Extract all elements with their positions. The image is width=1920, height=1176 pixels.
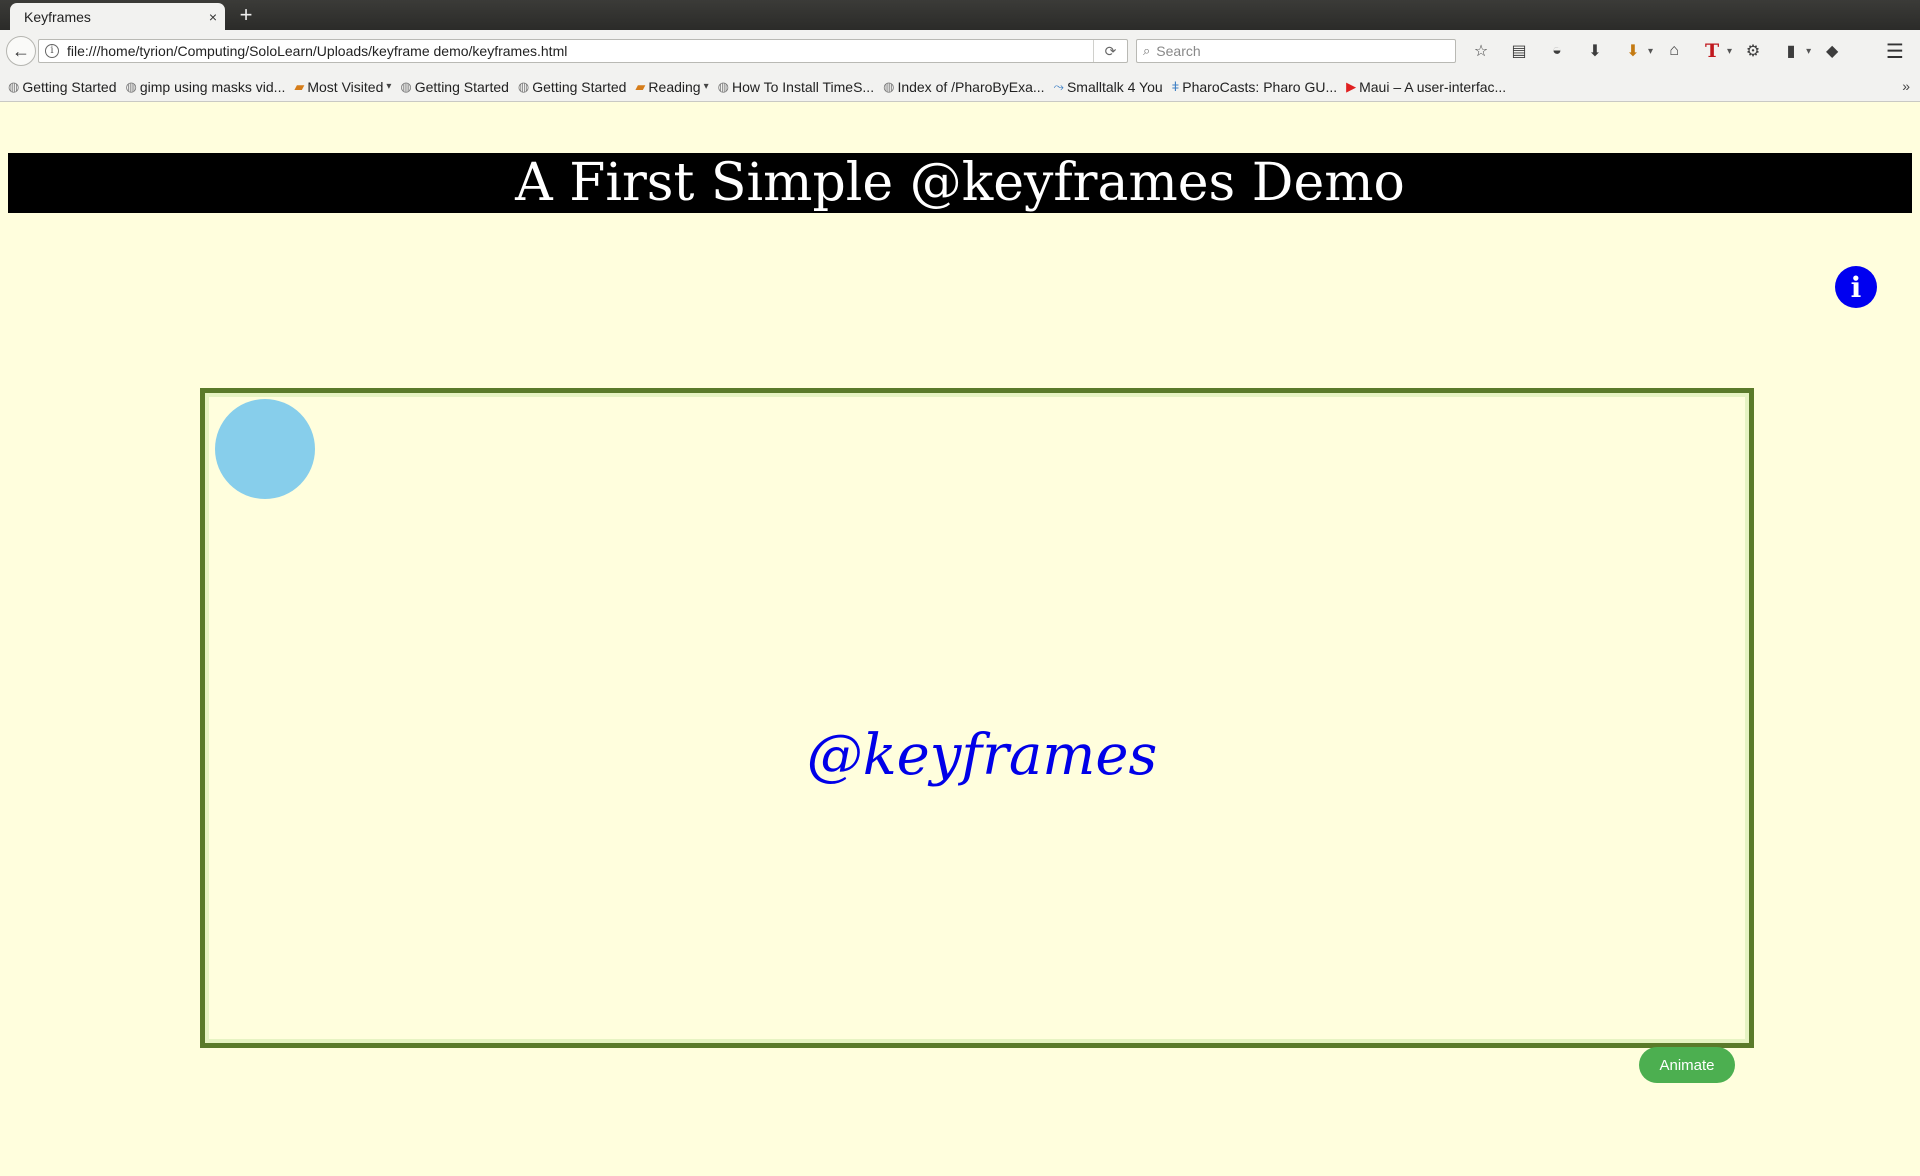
bookmarks-overflow-icon[interactable]: » — [1902, 78, 1910, 94]
bookmark-item[interactable]: ◍ gimp using masks vid... — [126, 79, 286, 95]
clipboard-icon[interactable]: ▮ — [1776, 38, 1806, 64]
downloads-icon[interactable]: ⬇ — [1580, 38, 1610, 64]
bookmark-item[interactable]: ⤳ Smalltalk 4 You — [1054, 79, 1163, 95]
reading-list-icon[interactable]: ▤ — [1504, 38, 1534, 64]
sync-icon[interactable]: ◆ — [1817, 38, 1847, 64]
search-bar[interactable]: ⌕ — [1136, 39, 1456, 63]
youtube-icon: ▶ — [1346, 78, 1357, 94]
bookmark-folder[interactable]: ▰ Most Visited ▾ — [294, 79, 391, 95]
search-icon: ⌕ — [1143, 43, 1151, 58]
globe-icon: ◍ — [517, 78, 530, 94]
bookmark-label: Maui – A user-interfac... — [1359, 78, 1507, 95]
text-tool-icon[interactable]: T — [1697, 38, 1727, 64]
hamburger-menu-icon[interactable]: ☰ — [1880, 38, 1910, 64]
home-icon[interactable]: ⌂ — [1659, 38, 1689, 64]
back-button[interactable]: ← — [6, 36, 36, 66]
chevron-down-icon[interactable]: ▾ — [1648, 46, 1653, 57]
extension-icon[interactable]: ⚙ — [1738, 38, 1768, 64]
tab-keyframes[interactable]: Keyframes × — [10, 3, 225, 30]
bookmark-item[interactable]: ◍ Getting Started — [8, 79, 117, 95]
bookmark-label: Index of /PharoByExa... — [897, 78, 1045, 95]
bookmark-label: Most Visited — [307, 78, 384, 95]
new-tab-button[interactable]: + — [234, 3, 258, 27]
bookmark-label: Getting Started — [532, 78, 627, 95]
chevron-down-icon: ▾ — [703, 81, 709, 92]
chevron-down-icon[interactable]: ▾ — [1727, 46, 1732, 57]
animated-ball — [215, 399, 315, 499]
globe-icon: ◍ — [400, 78, 412, 94]
site-favicon-icon: ⤳ — [1053, 78, 1064, 94]
stage-keyframes-text: @keyframes — [806, 723, 1158, 788]
info-icon: i — [1850, 270, 1862, 304]
search-input[interactable] — [1156, 43, 1455, 59]
globe-icon: ◍ — [883, 78, 895, 94]
globe-icon: ◍ — [125, 78, 137, 94]
pocket-icon[interactable]: ◒ — [1542, 38, 1572, 64]
animate-button[interactable]: Animate — [1639, 1047, 1735, 1083]
bookmark-item[interactable]: ◍ How To Install TimeS... — [718, 79, 874, 95]
bookmark-label: Smalltalk 4 You — [1066, 78, 1163, 95]
url-text[interactable]: file:///home/tyrion/Computing/SoloLearn/… — [67, 43, 1093, 59]
folder-icon: ▰ — [294, 78, 305, 94]
tab-title: Keyframes — [24, 8, 91, 25]
bookmarks-toolbar: ◍ Getting Started ◍ gimp using masks vid… — [0, 72, 1920, 102]
page-title: A First Simple @keyframes Demo — [8, 153, 1912, 213]
bookmark-label: PharoCasts: Pharo GU... — [1182, 78, 1338, 95]
url-bar[interactable]: i file:///home/tyrion/Computing/SoloLear… — [38, 39, 1128, 63]
chevron-down-icon: ▾ — [386, 81, 392, 92]
globe-icon: ◍ — [8, 78, 20, 94]
navigation-toolbar: ← i file:///home/tyrion/Computing/SoloLe… — [0, 30, 1920, 72]
bookmark-label: Getting Started — [22, 78, 117, 95]
back-arrow-icon: ← — [12, 40, 30, 61]
reload-icon[interactable]: ⟳ — [1093, 40, 1127, 62]
folder-icon: ▰ — [635, 78, 646, 94]
bookmark-item[interactable]: ◍ Getting Started — [400, 79, 509, 95]
bookmark-item[interactable]: ▶ Maui – A user-interfac... — [1346, 79, 1506, 95]
bookmark-label: Reading — [648, 78, 701, 95]
bookmark-star-icon[interactable]: ☆ — [1466, 38, 1496, 64]
close-tab-icon[interactable]: × — [209, 9, 217, 25]
bookmark-folder[interactable]: ▰ Reading ▾ — [635, 79, 708, 95]
site-info-icon[interactable]: i — [45, 44, 59, 58]
site-favicon-icon: ǂ — [1171, 79, 1180, 94]
bookmark-item[interactable]: ǂ PharoCasts: Pharo GU... — [1172, 79, 1337, 95]
chevron-down-icon[interactable]: ▾ — [1806, 46, 1811, 57]
info-button[interactable]: i — [1835, 266, 1877, 308]
bookmark-item[interactable]: ◍ Index of /PharoByExa... — [883, 79, 1044, 95]
bookmark-label: How To Install TimeS... — [731, 78, 875, 95]
download-helper-icon[interactable]: ⬇ — [1618, 38, 1648, 64]
bookmark-label: gimp using masks vid... — [139, 78, 286, 95]
globe-icon: ◍ — [717, 78, 729, 94]
bookmark-item[interactable]: ◍ Getting Started — [518, 79, 627, 95]
bookmark-label: Getting Started — [414, 78, 509, 95]
animation-stage: @keyframes — [200, 388, 1754, 1048]
tab-strip: Keyframes × + — [0, 0, 1920, 30]
toolbar-icons: ☆ ▤ ◒ ⬇ ⬇ ▾ ⌂ T ▾ ⚙ ▮ ▾ ◆ — [1466, 38, 1855, 64]
